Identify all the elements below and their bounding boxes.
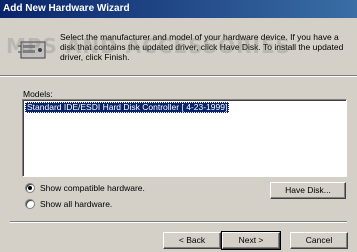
show-compatible-label: Show compatible hardware. [40, 183, 145, 193]
models-listbox[interactable]: Standard IDE/ESDI Hard Disk Controller [… [22, 99, 347, 177]
have-disk-button[interactable]: Have Disk... [270, 182, 346, 199]
window-title: Add New Hardware Wizard [0, 0, 357, 18]
footer-separator [10, 221, 347, 223]
cancel-button[interactable]: Cancel [290, 232, 348, 249]
show-compatible-option[interactable]: Show compatible hardware. [25, 182, 145, 194]
show-all-radio[interactable] [25, 199, 35, 209]
instructions-text: Select the manufacturer and model of you… [60, 32, 344, 62]
show-all-label: Show all hardware. [40, 199, 113, 209]
header-separator [0, 75, 357, 77]
show-all-option[interactable]: Show all hardware. [25, 198, 112, 210]
models-label: Models: [23, 89, 53, 99]
back-button[interactable]: < Back [163, 232, 221, 249]
hardware-device-icon [18, 41, 46, 59]
show-compatible-radio[interactable] [25, 183, 35, 193]
model-list-item[interactable]: Standard IDE/ESDI Hard Disk Controller [… [25, 102, 230, 113]
next-button[interactable]: Next > [221, 231, 281, 250]
